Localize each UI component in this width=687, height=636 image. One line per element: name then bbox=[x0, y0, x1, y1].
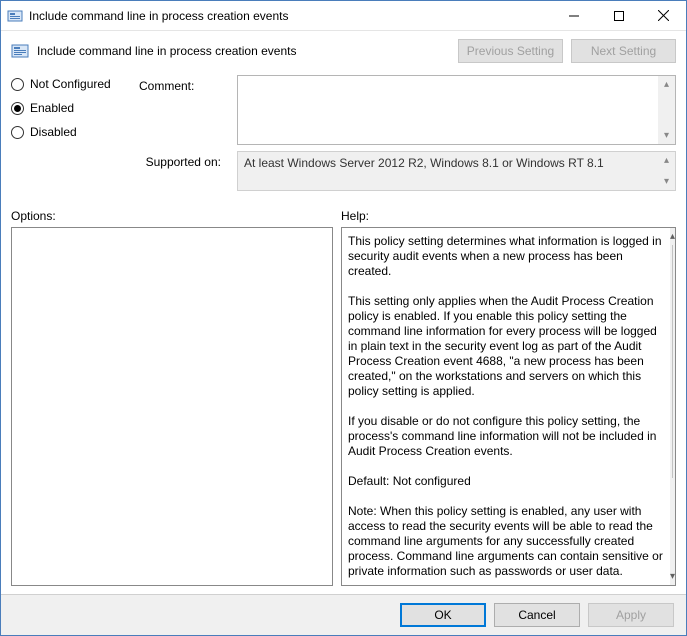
scroll-up-icon: ▴ bbox=[658, 76, 675, 93]
previous-setting-button[interactable]: Previous Setting bbox=[458, 39, 563, 63]
minimize-button[interactable] bbox=[551, 1, 596, 30]
help-text: This policy setting determines what info… bbox=[342, 228, 670, 585]
cancel-button[interactable]: Cancel bbox=[494, 603, 580, 627]
radio-label: Enabled bbox=[30, 101, 74, 115]
radio-label: Disabled bbox=[30, 125, 77, 139]
dialog-footer: OK Cancel Apply bbox=[1, 594, 686, 635]
next-setting-button[interactable]: Next Setting bbox=[571, 39, 676, 63]
scroll-down-icon: ▾ bbox=[658, 173, 675, 190]
maximize-button[interactable] bbox=[596, 1, 641, 30]
help-panel: This policy setting determines what info… bbox=[341, 227, 676, 586]
window-title: Include command line in process creation… bbox=[29, 9, 551, 23]
supported-on-field: At least Windows Server 2012 R2, Windows… bbox=[237, 151, 676, 191]
help-label: Help: bbox=[341, 209, 369, 223]
comment-input[interactable]: ▴ ▾ bbox=[237, 75, 676, 145]
ok-button[interactable]: OK bbox=[400, 603, 486, 627]
radio-icon bbox=[11, 78, 24, 91]
options-panel bbox=[11, 227, 333, 586]
options-label: Options: bbox=[11, 209, 341, 223]
close-button[interactable] bbox=[641, 1, 686, 30]
panels: This policy setting determines what info… bbox=[1, 227, 686, 594]
supported-value: At least Windows Server 2012 R2, Windows… bbox=[244, 156, 604, 170]
config-area: Not Configured Enabled Disabled Comment:… bbox=[1, 75, 686, 203]
supported-label: Supported on: bbox=[139, 151, 229, 191]
scroll-track[interactable] bbox=[670, 245, 675, 568]
setting-header: Include command line in process creation… bbox=[1, 31, 686, 75]
scrollbar: ▴ ▾ bbox=[658, 152, 675, 190]
radio-label: Not Configured bbox=[30, 77, 111, 91]
policy-icon bbox=[11, 42, 29, 60]
scroll-up-icon: ▴ bbox=[670, 228, 675, 245]
scroll-thumb[interactable] bbox=[672, 245, 673, 478]
radio-disabled[interactable]: Disabled bbox=[11, 125, 131, 139]
policy-icon bbox=[7, 8, 23, 24]
scrollbar[interactable]: ▴ ▾ bbox=[670, 228, 675, 585]
setting-title: Include command line in process creation… bbox=[37, 44, 450, 58]
radio-not-configured[interactable]: Not Configured bbox=[11, 77, 131, 91]
comment-label: Comment: bbox=[139, 75, 229, 145]
radio-enabled[interactable]: Enabled bbox=[11, 101, 131, 115]
scrollbar[interactable]: ▴ ▾ bbox=[658, 76, 675, 144]
titlebar: Include command line in process creation… bbox=[1, 1, 686, 31]
radio-icon bbox=[11, 126, 24, 139]
state-radio-group: Not Configured Enabled Disabled bbox=[11, 75, 131, 197]
section-labels: Options: Help: bbox=[1, 203, 686, 227]
scroll-down-icon: ▾ bbox=[670, 568, 675, 585]
window-controls bbox=[551, 1, 686, 30]
scroll-down-icon: ▾ bbox=[658, 127, 675, 144]
apply-button[interactable]: Apply bbox=[588, 603, 674, 627]
radio-icon bbox=[11, 102, 24, 115]
scroll-up-icon: ▴ bbox=[658, 152, 675, 169]
